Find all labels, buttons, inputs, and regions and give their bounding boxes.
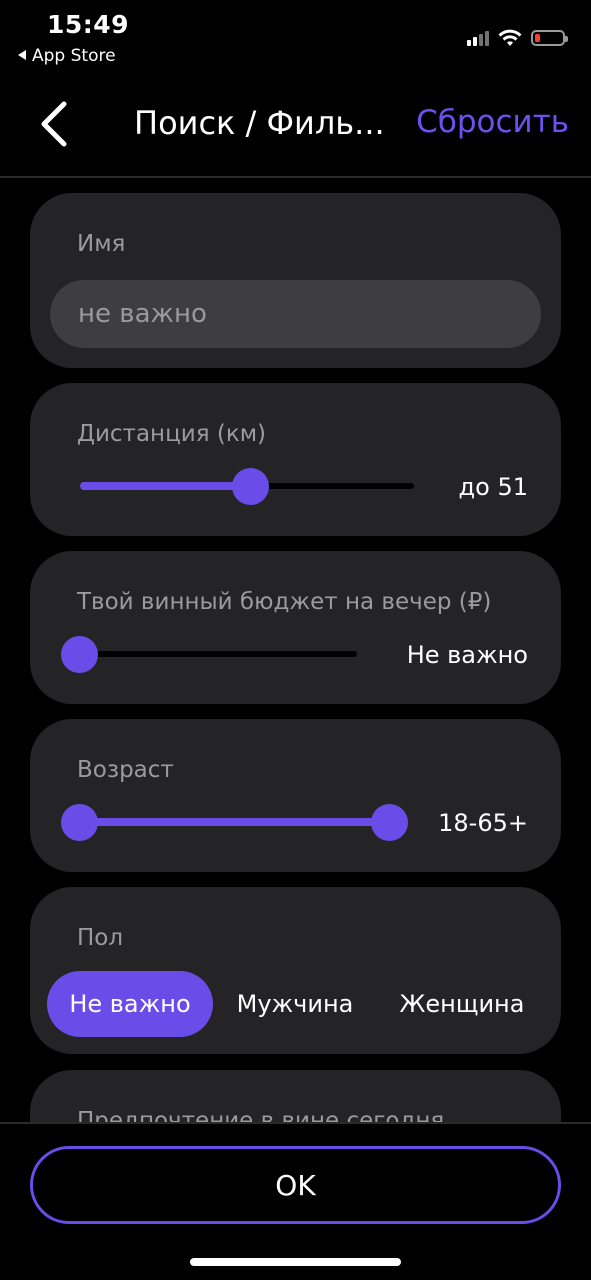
- wine-preference-filter-card: Предпочтение в вине сегодня: [30, 1070, 561, 1122]
- cellular-signal-icon: [467, 30, 489, 46]
- chevron-left-icon[interactable]: [36, 100, 76, 150]
- age-filter-label: Возраст: [77, 757, 174, 783]
- back-app-label: App Store: [32, 46, 116, 66]
- navigation-bar: Поиск / Филь... Сбросить: [0, 80, 591, 176]
- gender-filter-label: Пол: [77, 925, 124, 951]
- status-icons: [467, 26, 568, 50]
- page-title: Поиск / Филь...: [134, 104, 385, 142]
- name-filter-label: Имя: [77, 231, 126, 257]
- age-value: 18-65+: [438, 809, 528, 837]
- name-input[interactable]: [50, 280, 541, 348]
- gender-option-any[interactable]: Не важно: [47, 971, 213, 1037]
- budget-slider-thumb[interactable]: [61, 636, 98, 673]
- distance-value: до 51: [458, 473, 528, 501]
- budget-value: Не важно: [406, 641, 528, 669]
- wine-preference-filter-label: Предпочтение в вине сегодня: [77, 1108, 445, 1122]
- status-bar: 15:49 App Store: [0, 0, 591, 80]
- wifi-icon: [498, 29, 522, 46]
- bottom-bar: OK: [0, 1122, 591, 1280]
- ok-button[interactable]: OK: [30, 1146, 561, 1224]
- back-to-app-link[interactable]: App Store: [18, 46, 116, 66]
- age-slider-fill: [80, 818, 391, 826]
- gender-filter-card: Пол Не важно Мужчина Женщина: [30, 887, 561, 1054]
- age-slider-min-thumb[interactable]: [61, 804, 98, 841]
- distance-filter-label: Дистанция (км): [77, 421, 267, 447]
- distance-slider-fill: [80, 482, 251, 490]
- budget-filter-label: Твой винный бюджет на вечер (₽): [77, 589, 492, 615]
- back-triangle-icon: [18, 50, 26, 60]
- reset-button[interactable]: Сбросить: [416, 104, 569, 140]
- gender-option-male[interactable]: Мужчина: [224, 971, 366, 1037]
- name-filter-card: Имя: [30, 193, 561, 368]
- budget-slider-track[interactable]: [80, 651, 357, 657]
- status-time: 15:49: [47, 10, 130, 39]
- battery-icon: [531, 30, 568, 46]
- age-filter-card: Возраст 18-65+: [30, 719, 561, 872]
- filters-scroll-area[interactable]: Имя Дистанция (км) до 51 Твой винный бюд…: [0, 178, 591, 1122]
- age-slider-max-thumb[interactable]: [371, 804, 408, 841]
- distance-filter-card: Дистанция (км) до 51: [30, 383, 561, 536]
- home-indicator[interactable]: [190, 1258, 401, 1266]
- budget-filter-card: Твой винный бюджет на вечер (₽) Не важно: [30, 551, 561, 704]
- gender-option-female[interactable]: Женщина: [382, 971, 542, 1037]
- distance-slider-thumb[interactable]: [232, 468, 269, 505]
